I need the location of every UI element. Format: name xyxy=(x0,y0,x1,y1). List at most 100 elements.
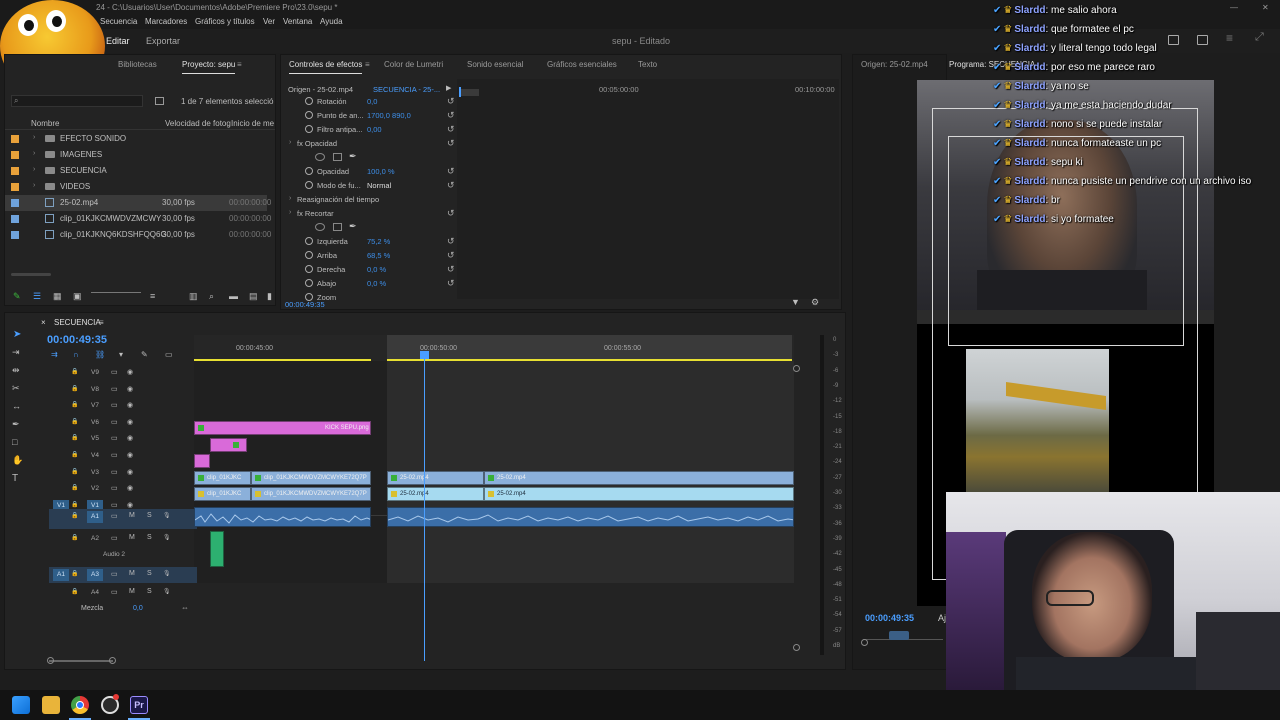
video-track-header[interactable]: 🔒 V3 ▭ ◉ xyxy=(49,465,197,481)
panel-menu-icon[interactable]: ≡ xyxy=(237,60,242,69)
sequence-timecode[interactable]: 00:00:49:35 xyxy=(47,334,107,346)
stopwatch-icon[interactable] xyxy=(305,251,313,259)
eye-icon[interactable]: ◉ xyxy=(127,434,133,442)
audio-track-header[interactable]: 🔒 A4 ▭ M S 🎙 xyxy=(49,585,197,601)
disclosure-chevron-icon[interactable]: › xyxy=(289,139,291,146)
ec-timecode[interactable]: 00:00:49:35 xyxy=(285,300,325,309)
effect-property-value[interactable]: 1700,0 890,0 xyxy=(367,111,411,120)
reset-parameter-icon[interactable]: ↺ xyxy=(447,264,455,275)
ec-playhead[interactable] xyxy=(459,87,461,97)
audio-track-header[interactable]: 🔒 A2 ▭ M S 🎙 Audio 2 xyxy=(49,531,197,565)
sync-lock-icon[interactable]: ▭ xyxy=(111,501,118,509)
lock-icon[interactable]: 🔒 xyxy=(71,512,78,519)
lock-icon[interactable]: 🔒 xyxy=(71,418,78,425)
clip-v1-b[interactable]: clip_01KJKCMWDVZMCWYKE72Q7P xyxy=(251,487,371,501)
col-inicio[interactable]: Inicio de me xyxy=(231,119,274,128)
stopwatch-icon[interactable] xyxy=(305,181,313,189)
menu-marcadores[interactable]: Marcadores xyxy=(145,17,187,26)
sync-lock-icon[interactable]: ▭ xyxy=(111,484,118,492)
clip-v2-b[interactable]: clip_01KJKCMWDVZMCWYKE72Q7P xyxy=(251,471,371,485)
fullscreen-icon[interactable]: ⤢ xyxy=(1255,31,1264,44)
program-scrubber-handle[interactable] xyxy=(889,631,909,640)
clip-v3-image[interactable] xyxy=(194,454,210,468)
lock-icon[interactable]: 🔒 xyxy=(71,468,78,475)
video-track-header[interactable]: 🔒 V2 ▭ ◉ xyxy=(49,481,197,497)
reset-parameter-icon[interactable]: ↺ xyxy=(447,166,455,177)
windows-start-icon[interactable] xyxy=(12,696,30,714)
lock-icon[interactable]: 🔒 xyxy=(71,434,78,441)
microphone-icon[interactable]: 🎙 xyxy=(163,534,171,541)
stopwatch-icon[interactable] xyxy=(305,237,313,245)
clip-v2-d[interactable]: 25-02.mp4 xyxy=(484,471,794,485)
tab-editar[interactable]: Editar xyxy=(106,36,130,46)
premiere-icon[interactable]: Pr xyxy=(130,696,148,714)
new-item-icon[interactable]: ▤ xyxy=(249,291,258,302)
play-only-icon[interactable]: ▶ xyxy=(446,84,451,92)
track-label[interactable]: V4 xyxy=(87,450,103,462)
type-tool-icon[interactable]: T xyxy=(12,473,18,484)
effect-property-row[interactable]: Abajo 0,0 % ↺ xyxy=(289,277,455,291)
effect-property-value[interactable]: 0,0 % xyxy=(367,265,386,274)
scroll-handle-left[interactable] xyxy=(47,657,54,664)
eye-icon[interactable]: ◉ xyxy=(127,385,133,393)
sequence-tab[interactable]: SECUENCIA xyxy=(54,318,101,327)
track-label[interactable]: A4 xyxy=(87,587,103,599)
effect-property-value[interactable]: 0,0 xyxy=(367,97,377,106)
razor-tool-icon[interactable]: ✂ xyxy=(12,383,20,394)
sync-lock-icon[interactable]: ▭ xyxy=(111,451,118,459)
tab-texto[interactable]: Texto xyxy=(638,60,657,69)
rectangle-mask-icon[interactable] xyxy=(333,223,342,231)
sync-lock-icon[interactable]: ▭ xyxy=(111,434,118,442)
lock-icon[interactable]: 🔒 xyxy=(71,451,78,458)
effect-property-value[interactable]: 100,0 % xyxy=(367,167,395,176)
reset-parameter-icon[interactable]: ↺ xyxy=(447,236,455,247)
lock-icon[interactable]: 🔒 xyxy=(71,385,78,392)
tab-controles-efectos[interactable]: Controles de efectos xyxy=(289,60,363,74)
audio-clip-a1-left[interactable] xyxy=(194,507,371,527)
reset-parameter-icon[interactable]: ↺ xyxy=(447,278,455,289)
effect-property-row[interactable]: › Reasignación del tiempo xyxy=(289,193,449,207)
sequence-menu-icon[interactable]: ≡ xyxy=(99,318,104,327)
clip-v2-c[interactable]: 25-02.mp4 xyxy=(387,471,484,485)
effect-timeline[interactable]: 00:05:00:00 00:10:00:00 xyxy=(457,79,839,299)
new-bin-icon-bottom[interactable]: ▬ xyxy=(229,291,238,301)
stopwatch-icon[interactable] xyxy=(305,279,313,287)
mix-arrows-icon[interactable]: ⇔ xyxy=(181,603,189,612)
video-track-header[interactable]: 🔒 V7 ▭ ◉ xyxy=(49,398,197,414)
effect-property-row[interactable]: Modo de fu... Normal ↺ xyxy=(289,179,455,193)
solo-button[interactable]: S xyxy=(147,588,152,595)
clip-v1-d[interactable]: 25-02.mp4 xyxy=(484,487,794,501)
effect-property-row[interactable]: Punto de an... 1700,0 890,0 ↺ xyxy=(289,109,455,123)
scroll-handle-right[interactable] xyxy=(109,657,116,664)
eye-icon[interactable]: ◉ xyxy=(127,401,133,409)
sync-lock-icon[interactable]: ▭ xyxy=(111,588,118,596)
ellipse-mask-icon[interactable] xyxy=(315,223,325,231)
effect-property-row[interactable]: Filtro antipa... 0,00 ↺ xyxy=(289,123,455,137)
lock-icon[interactable]: 🔒 xyxy=(71,401,78,408)
label-color-swatch[interactable] xyxy=(11,183,19,191)
reset-parameter-icon[interactable]: ↺ xyxy=(447,180,455,191)
hand-tool-icon[interactable]: ✋ xyxy=(12,455,23,466)
track-label[interactable]: V3 xyxy=(87,467,103,479)
lock-icon[interactable]: 🔒 xyxy=(71,534,78,541)
ec-clip-bar[interactable] xyxy=(459,89,479,96)
eye-icon[interactable]: ◉ xyxy=(127,418,133,426)
effect-property-value[interactable]: 68,5 % xyxy=(367,251,390,260)
solo-button[interactable]: S xyxy=(147,534,152,541)
effect-property-value[interactable]: Normal xyxy=(367,181,391,190)
rectangle-mask-icon[interactable] xyxy=(333,153,342,161)
menu-ayuda[interactable]: Ayuda xyxy=(320,17,343,26)
track-label[interactable]: V2 xyxy=(87,483,103,495)
effect-property-row[interactable]: Rotación 0,0 ↺ xyxy=(289,95,455,109)
video-track-header[interactable]: 🔒 V5 ▭ ◉ xyxy=(49,431,197,447)
sync-lock-icon[interactable]: ▭ xyxy=(111,512,118,520)
sync-lock-icon[interactable]: ▭ xyxy=(111,468,118,476)
microphone-icon[interactable]: 🎙 xyxy=(163,588,171,595)
sync-lock-icon[interactable]: ▭ xyxy=(111,570,118,578)
track-label[interactable]: V6 xyxy=(87,417,103,429)
effect-property-value[interactable]: 0,0 % xyxy=(367,279,386,288)
trash-icon[interactable]: ▮ xyxy=(267,291,272,302)
video-track-header[interactable]: 🔒 V4 ▭ ◉ xyxy=(49,448,197,464)
tab-lumetri[interactable]: Color de Lumetri xyxy=(384,60,443,69)
project-item[interactable]: 25-02.mp4 30,00 fps 00:00:00:00 xyxy=(5,195,271,211)
